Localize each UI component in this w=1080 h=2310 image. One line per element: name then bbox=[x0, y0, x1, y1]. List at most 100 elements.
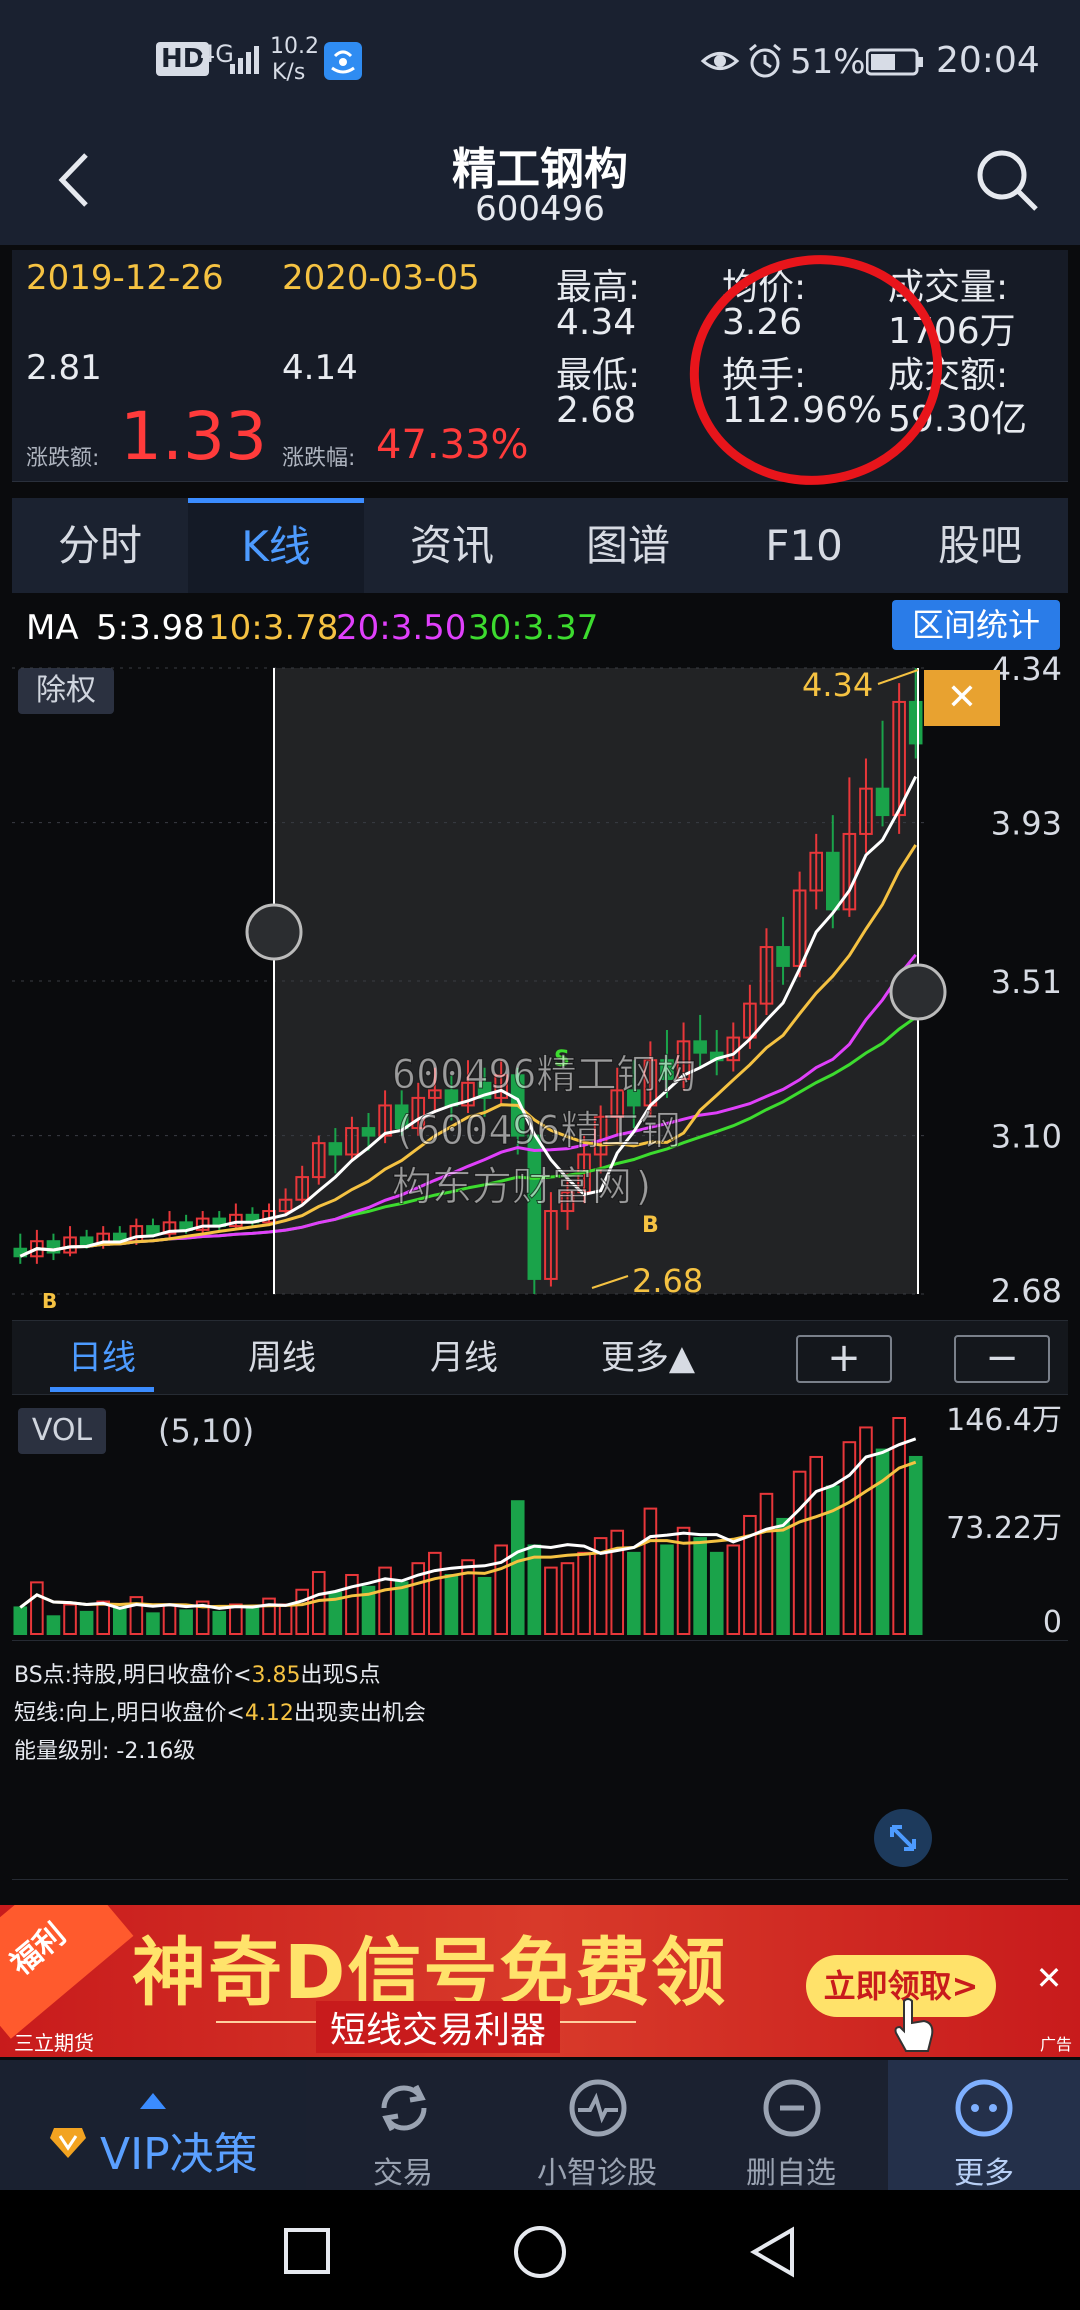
volume-bar bbox=[892, 1417, 906, 1635]
energy-note: 能量级别: -2.16级 bbox=[14, 1739, 196, 1764]
low-value: 2.68 bbox=[556, 390, 637, 431]
short-term-note: 短线:向上,明日收盘价<4.12出现卖出机会 bbox=[14, 1701, 426, 1726]
tab-news[interactable]: 资讯 bbox=[364, 498, 540, 593]
period-more[interactable]: 更多▲ bbox=[578, 1321, 718, 1396]
change-pct-value: 47.33% bbox=[376, 422, 529, 468]
period-tabs: 日线 周线 月线 更多▲ + − bbox=[12, 1320, 1068, 1395]
high-value: 4.34 bbox=[556, 302, 637, 343]
volume-bar bbox=[229, 1603, 243, 1636]
volume-bar bbox=[63, 1603, 77, 1636]
nav-trade-label: 交易 bbox=[373, 2156, 433, 2191]
change-amount-value: 1.33 bbox=[120, 398, 267, 475]
nav-vip[interactable]: VIP决策 bbox=[0, 2060, 306, 2190]
nav-more-label: 更多 bbox=[954, 2156, 1014, 2191]
buy-marker: B bbox=[42, 1289, 57, 1313]
volume-bar bbox=[577, 1551, 591, 1635]
stock-code: 600496 bbox=[475, 189, 605, 229]
volume-bar bbox=[428, 1551, 442, 1635]
close-range-button[interactable]: ✕ bbox=[924, 670, 1000, 726]
tab-kline[interactable]: K线 bbox=[188, 498, 364, 593]
volume-bar bbox=[908, 1455, 923, 1635]
range-end-handle bbox=[889, 963, 947, 1021]
zoom-out-button[interactable]: − bbox=[954, 1335, 1050, 1383]
highlight-circle-annotation bbox=[686, 248, 946, 496]
hand-cursor-icon bbox=[890, 1997, 940, 2055]
vip-diamond-icon bbox=[48, 2124, 88, 2160]
volume-bar bbox=[809, 1455, 824, 1635]
refresh-icon bbox=[372, 2076, 436, 2140]
tab-timeshare[interactable]: 分时 bbox=[12, 498, 188, 593]
volume-bar bbox=[79, 1610, 94, 1635]
tab-f10[interactable]: F10 bbox=[716, 498, 892, 593]
volume-bar bbox=[693, 1537, 707, 1635]
period-daily[interactable]: 日线 bbox=[42, 1321, 162, 1396]
y-tick-label: 3.93 bbox=[991, 805, 1062, 843]
detail-tabs: 分时 K线 资讯 图谱 F10 股吧 bbox=[12, 498, 1068, 593]
range-start-handle bbox=[245, 903, 303, 961]
volume-bar bbox=[461, 1559, 475, 1635]
y-tick-label: 2.68 bbox=[991, 1272, 1062, 1310]
vol-tick-label: 0 bbox=[1043, 1605, 1062, 1638]
recents-icon[interactable] bbox=[282, 2226, 332, 2276]
nav-diagnose[interactable]: 小智诊股 bbox=[500, 2060, 694, 2191]
signal-icon bbox=[228, 42, 268, 76]
start-price: 2.81 bbox=[26, 348, 102, 388]
period-monthly[interactable]: 月线 bbox=[404, 1321, 524, 1396]
vol-tick-label: 146.4万 bbox=[946, 1403, 1062, 1438]
tab-forum[interactable]: 股吧 bbox=[892, 498, 1068, 593]
volume-bar bbox=[726, 1544, 741, 1635]
candle-body bbox=[908, 700, 923, 745]
candle-body bbox=[776, 946, 790, 967]
nav-remove-watchlist[interactable]: 删自选 bbox=[694, 2060, 888, 2191]
volume-bar bbox=[792, 1470, 807, 1635]
candle-body bbox=[328, 1142, 343, 1156]
end-date: 2020-03-05 bbox=[282, 258, 480, 298]
watermark-text: 构东方财富网) bbox=[392, 1164, 656, 1210]
triangle-up-icon bbox=[138, 2084, 168, 2109]
more-icon bbox=[952, 2076, 1016, 2140]
candle-body bbox=[825, 851, 840, 911]
volume-bar bbox=[13, 1606, 28, 1636]
zoom-in-button[interactable]: + bbox=[796, 1335, 892, 1383]
volume-bar bbox=[295, 1588, 309, 1635]
eye-icon bbox=[700, 46, 740, 76]
candle-body bbox=[146, 1225, 160, 1235]
volume-bar bbox=[245, 1606, 260, 1636]
ad-close-button[interactable]: ✕ bbox=[1024, 1953, 1074, 2003]
nav-more[interactable]: 更多 bbox=[888, 2060, 1080, 2191]
volume-bar bbox=[394, 1581, 409, 1635]
y-tick-label: 3.51 bbox=[991, 963, 1062, 1001]
volume-bar bbox=[46, 1615, 61, 1635]
kline-chart[interactable]: MA 5:3.98 10:3.78 20:3.50 30:3.37 区间统计 除… bbox=[12, 596, 1068, 1316]
buy-marker: B bbox=[642, 1213, 659, 1238]
change-amount-label: 涨跌额: bbox=[26, 446, 100, 471]
home-icon[interactable] bbox=[512, 2224, 568, 2280]
expand-icon[interactable] bbox=[874, 1809, 932, 1867]
volume-bar bbox=[560, 1562, 575, 1635]
nav-remove-watchlist-label: 删自选 bbox=[746, 2156, 836, 2191]
volume-bar bbox=[627, 1551, 641, 1635]
ad-brand: 三立期货 bbox=[14, 2031, 94, 2055]
volume-bar bbox=[477, 1576, 492, 1636]
high-price-label: 4.34 bbox=[802, 666, 873, 704]
pulse-icon bbox=[566, 2076, 630, 2140]
nav-vip-label: VIP决策 bbox=[100, 2129, 258, 2180]
nav-trade[interactable]: 交易 bbox=[306, 2060, 500, 2191]
volume-bar bbox=[759, 1492, 774, 1636]
volume-bar bbox=[179, 1609, 193, 1636]
back-nav-icon[interactable] bbox=[744, 2224, 800, 2280]
volume-bar bbox=[660, 1544, 674, 1635]
volume-chart: VOL (5,10) 146.4万 73.22万 0 bbox=[12, 1398, 1068, 1638]
vol-tick-label: 73.22万 bbox=[946, 1511, 1062, 1546]
candle-body bbox=[361, 1127, 376, 1137]
ad-banner[interactable]: 福利 三立期货 神奇D信号免费领 短线交易利器 立即领取> ✕ 广告 bbox=[0, 1905, 1080, 2057]
volume-bar bbox=[709, 1551, 724, 1635]
nav-diagnose-label: 小智诊股 bbox=[537, 2156, 657, 2191]
candle-body bbox=[693, 1040, 707, 1054]
volume-bar bbox=[643, 1507, 658, 1635]
volume-bar bbox=[345, 1573, 359, 1636]
stock-name: 精工钢构 bbox=[452, 144, 628, 195]
period-weekly[interactable]: 周线 bbox=[222, 1321, 342, 1396]
tab-graph[interactable]: 图谱 bbox=[540, 498, 716, 593]
search-icon[interactable] bbox=[972, 145, 1042, 215]
